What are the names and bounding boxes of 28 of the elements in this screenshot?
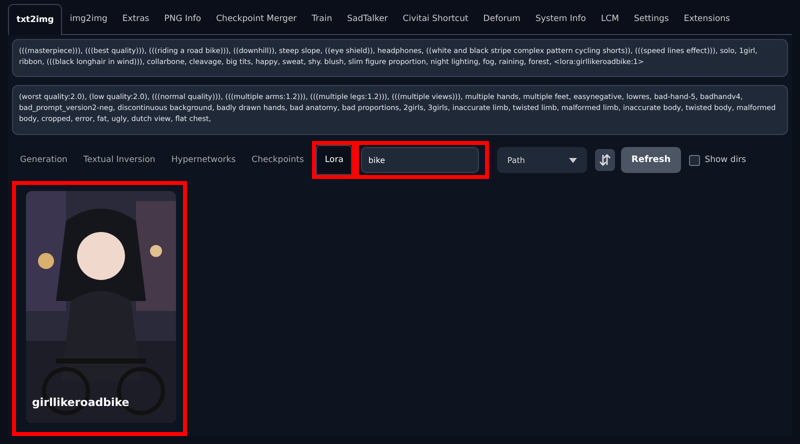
tab[interactable]: img2img [62,4,115,34]
tab[interactable]: Lora [316,145,352,175]
tab[interactable]: SadTalker [340,4,396,34]
tab[interactable]: Checkpoint Merger [208,4,304,34]
tab[interactable]: Deforum [476,4,528,34]
tab[interactable]: Checkpoints [244,145,312,175]
tab[interactable]: Settings [626,4,676,34]
checkbox-label: Show dirs [704,155,746,165]
tab[interactable]: System Info [528,4,594,34]
tab[interactable]: LCM [593,4,626,34]
tab[interactable]: Hypernetworks [163,145,244,175]
tab[interactable]: Extras [114,4,157,34]
sort-button[interactable] [595,149,616,171]
sort-icon [599,154,612,166]
caret-icon [569,158,578,162]
tab[interactable]: PNG Info [156,4,209,34]
sort-dropdown[interactable]: Path [497,147,588,173]
tab[interactable]: Civitai Shortcut [395,4,476,34]
tab[interactable]: Generation [12,145,76,175]
search-field[interactable]: bike [361,147,480,173]
tab[interactable]: Train [304,4,340,34]
tab[interactable]: Textual Inversion [75,145,164,175]
tab[interactable]: Extensions [676,4,738,34]
checkbox[interactable] [688,154,700,166]
lora-card[interactable]: girllikeroadbike [26,191,176,423]
tab[interactable]: txt2img [8,4,62,35]
refresh-button[interactable]: Refresh [621,147,681,173]
card-title: girllikeroadbike [32,396,130,409]
